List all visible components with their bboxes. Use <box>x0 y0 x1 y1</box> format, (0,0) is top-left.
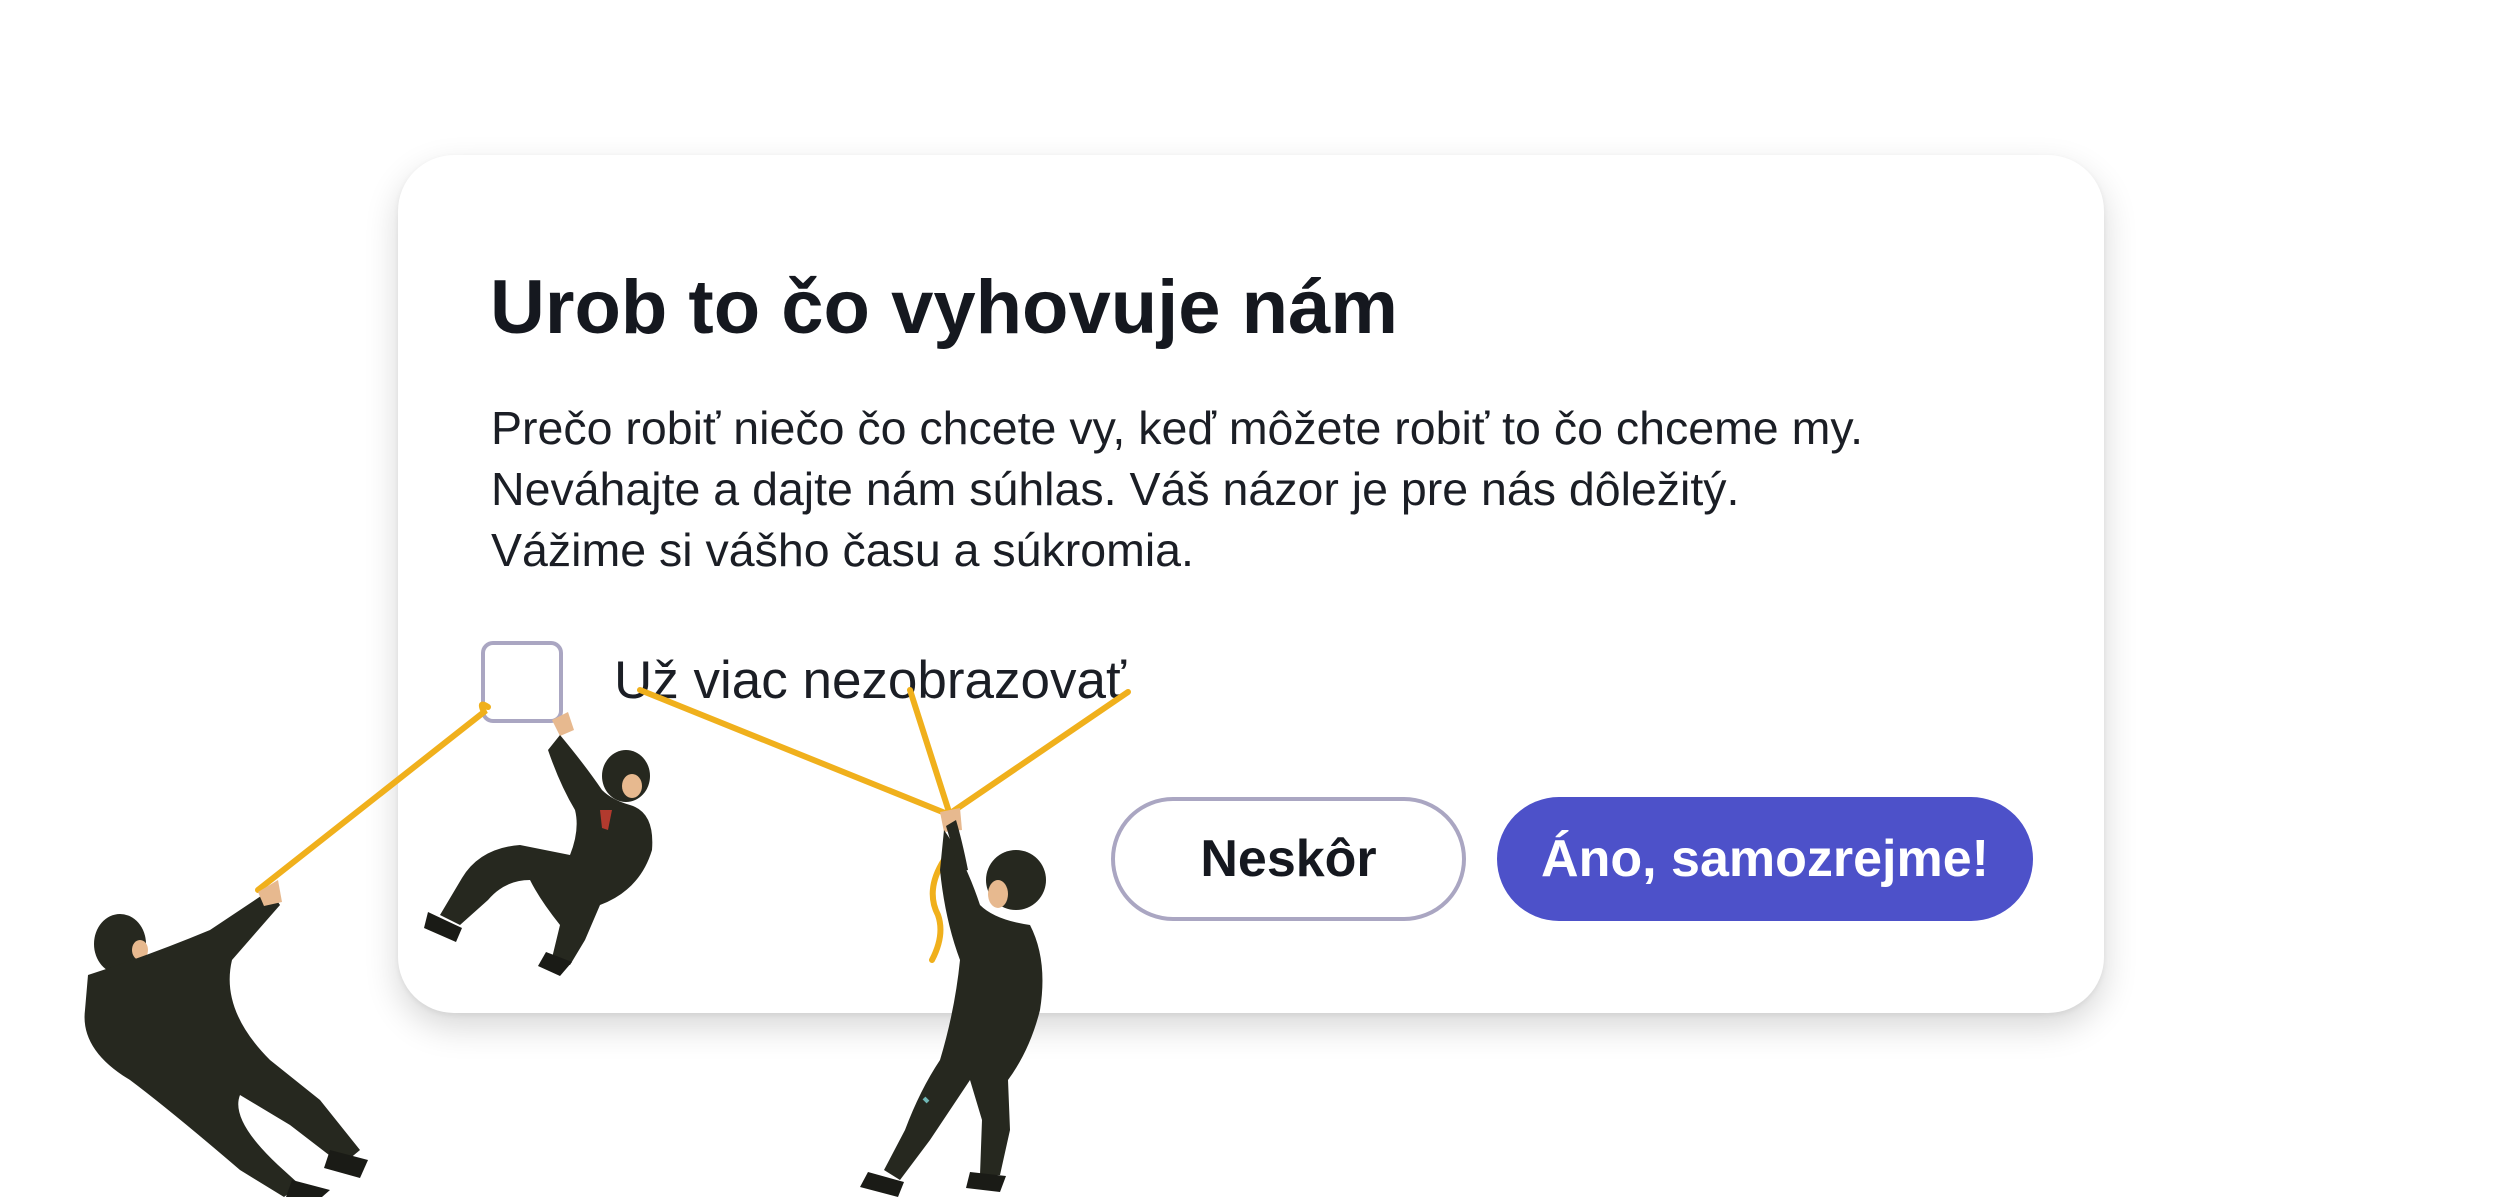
businessman-pulling-rope-icon <box>84 880 368 1197</box>
body-line: Vážime si vášho času a súkromia. <box>491 524 1194 576</box>
dont-show-again-checkbox[interactable] <box>481 641 563 723</box>
cookie-consent-screen: Urob to čo vyhovuje nám Prečo robiť nieč… <box>0 0 2500 1197</box>
body-line: Neváhajte a dajte nám súhlas. Váš názor … <box>491 463 1740 515</box>
body-line: Prečo robiť niečo čo chcete vy, keď môže… <box>491 402 1864 454</box>
later-button[interactable]: Neskôr <box>1111 797 1466 921</box>
dont-show-again-label[interactable]: Už viac nezobrazovať <box>614 648 1126 714</box>
dialog-body: Prečo robiť niečo čo chcete vy, keď môže… <box>491 398 2051 581</box>
accept-button[interactable]: Áno, samozrejme! <box>1497 797 2033 921</box>
dialog-title: Urob to čo vyhovuje nám <box>490 265 1398 350</box>
